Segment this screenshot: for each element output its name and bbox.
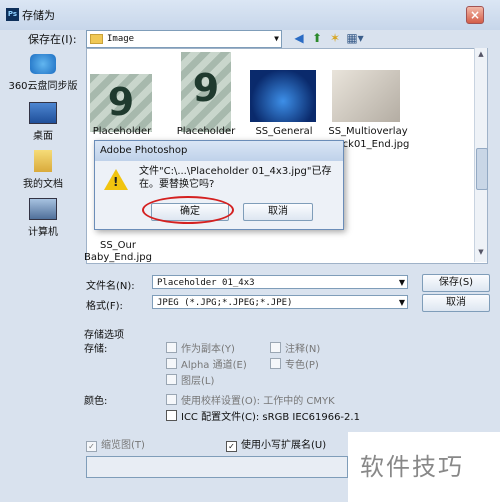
- filename-value: Placeholder 01_4x3: [157, 278, 255, 288]
- alpha-label: Alpha 通道(E): [181, 360, 247, 371]
- title-bar: Ps 存储为 ×: [0, 0, 500, 30]
- thumbnail-digit: 9: [192, 66, 220, 110]
- alpha-checkbox[interactable]: Alpha 通道(E): [166, 356, 247, 371]
- documents-icon: [34, 150, 52, 172]
- place-desktop[interactable]: 桌面: [0, 102, 86, 142]
- filename-input[interactable]: Placeholder 01_4x3 ▼: [152, 275, 408, 289]
- new-folder-icon[interactable]: ✶: [328, 31, 342, 45]
- highlight-ring: [142, 196, 234, 224]
- up-folder-icon[interactable]: ⬆: [310, 31, 324, 45]
- file-thumbnail[interactable]: 9: [90, 74, 152, 132]
- folder-name: Image: [107, 34, 135, 44]
- color-label: 颜色:: [84, 396, 108, 407]
- file-thumbnail[interactable]: [332, 70, 400, 122]
- spot-label: 专色(P): [285, 360, 319, 371]
- place-label: 桌面: [33, 131, 53, 142]
- dialog-cancel-button[interactable]: 取消: [243, 203, 313, 221]
- thumbnail-digit: 9: [107, 80, 135, 124]
- file-thumbnail[interactable]: 9: [181, 52, 231, 132]
- check-mark: ✓: [86, 441, 97, 452]
- warning-mark: !: [113, 175, 119, 189]
- save-button[interactable]: 保存(S): [422, 274, 490, 292]
- file-thumbnail[interactable]: [250, 70, 316, 122]
- dialog-title: Adobe Photoshop: [95, 141, 343, 161]
- photoshop-icon: Ps: [6, 8, 19, 21]
- check-mark: ✓: [226, 441, 237, 452]
- message-box: [86, 456, 348, 478]
- layers-checkbox[interactable]: 图层(L): [166, 372, 214, 387]
- watermark-text: 软件技巧: [360, 453, 464, 481]
- notes-checkbox[interactable]: 注释(N): [270, 340, 320, 355]
- icc-label: ICC 配置文件(C): sRGB IEC61966-2.1: [181, 412, 360, 423]
- as-copy-label: 作为副本(Y): [181, 344, 235, 355]
- lowercase-ext-label: 使用小写扩展名(U): [241, 440, 327, 451]
- layers-label: 图层(L): [181, 376, 215, 387]
- save-options-panel: 存储选项 存储: 作为副本(Y) 注释(N) Alpha 通道(E) 专色(P)…: [80, 326, 416, 430]
- window-title: 存储为: [22, 9, 55, 22]
- chevron-down-icon[interactable]: ▼: [399, 276, 405, 290]
- places-bar: 360云盘同步版 桌面 我的文档 计算机: [0, 48, 86, 262]
- file-name[interactable]: Placeholder: [82, 126, 162, 138]
- format-label: 格式(F):: [86, 301, 123, 312]
- file-list-scrollbar[interactable]: ▲ ▼: [474, 48, 488, 262]
- options-title: 存储选项: [84, 330, 124, 341]
- computer-icon: [29, 198, 57, 220]
- chevron-down-icon: ▼: [274, 34, 279, 43]
- place-label: 360云盘同步版: [8, 81, 78, 92]
- proof-checkbox[interactable]: 使用校样设置(O): 工作中的 CMYK: [166, 392, 335, 407]
- file-name[interactable]: SS_Our: [78, 240, 158, 252]
- thumbnail-checkbox[interactable]: ✓ 缩览图(T): [86, 436, 145, 452]
- place-documents[interactable]: 我的文档: [0, 150, 86, 190]
- spot-checkbox[interactable]: 专色(P): [270, 356, 319, 371]
- save-in-label: 保存在(I):: [28, 33, 77, 46]
- place-label: 我的文档: [23, 179, 63, 190]
- file-name-line2: Baby_End.jpg: [84, 252, 152, 263]
- folder-icon: [90, 33, 103, 44]
- close-button[interactable]: ×: [466, 6, 484, 24]
- lowercase-ext-checkbox[interactable]: ✓ 使用小写扩展名(U): [226, 436, 326, 452]
- cloud-icon: [30, 54, 56, 74]
- chevron-down-icon[interactable]: ▼: [399, 296, 405, 310]
- file-name[interactable]: Placeholder: [166, 126, 246, 138]
- save-as-window: Ps 存储为 × 保存在(I): Image ▼ ◀ ⬆ ✶ ▦▾ 360云盘同…: [0, 0, 500, 502]
- scroll-up-icon[interactable]: ▲: [475, 50, 487, 58]
- back-icon[interactable]: ◀: [292, 31, 306, 45]
- scroll-thumb[interactable]: [476, 148, 488, 190]
- file-name[interactable]: SS_Multioverlay: [328, 126, 408, 138]
- place-computer[interactable]: 计算机: [0, 198, 86, 238]
- notes-label: 注释(N): [285, 344, 321, 355]
- folder-combo[interactable]: Image ▼: [86, 30, 282, 48]
- scroll-down-icon[interactable]: ▼: [475, 248, 487, 256]
- filename-label: 文件名(N):: [86, 281, 135, 292]
- proof-label: 使用校样设置(O): 工作中的 CMYK: [181, 396, 335, 407]
- place-label: 计算机: [28, 227, 58, 238]
- thumbnail-label: 缩览图(T): [101, 440, 145, 451]
- format-select[interactable]: JPEG (*.JPG;*.JPEG;*.JPE) ▼: [152, 295, 408, 309]
- icc-checkbox[interactable]: ICC 配置文件(C): sRGB IEC61966-2.1: [166, 408, 360, 423]
- view-menu-icon[interactable]: ▦▾: [346, 31, 364, 45]
- storage-label: 存储:: [84, 344, 108, 355]
- file-name-line2: ck01_End.jpg: [342, 139, 410, 150]
- cancel-button[interactable]: 取消: [422, 294, 490, 312]
- file-name[interactable]: SS_General: [244, 126, 324, 138]
- format-value: JPEG (*.JPG;*.JPEG;*.JPE): [157, 298, 293, 308]
- as-copy-checkbox[interactable]: 作为副本(Y): [166, 340, 235, 355]
- place-cloud[interactable]: 360云盘同步版: [0, 54, 86, 92]
- dialog-message: 文件"C:\...\Placeholder 01_4x3.jpg"已存在。要替换…: [139, 166, 332, 190]
- desktop-icon: [29, 102, 57, 124]
